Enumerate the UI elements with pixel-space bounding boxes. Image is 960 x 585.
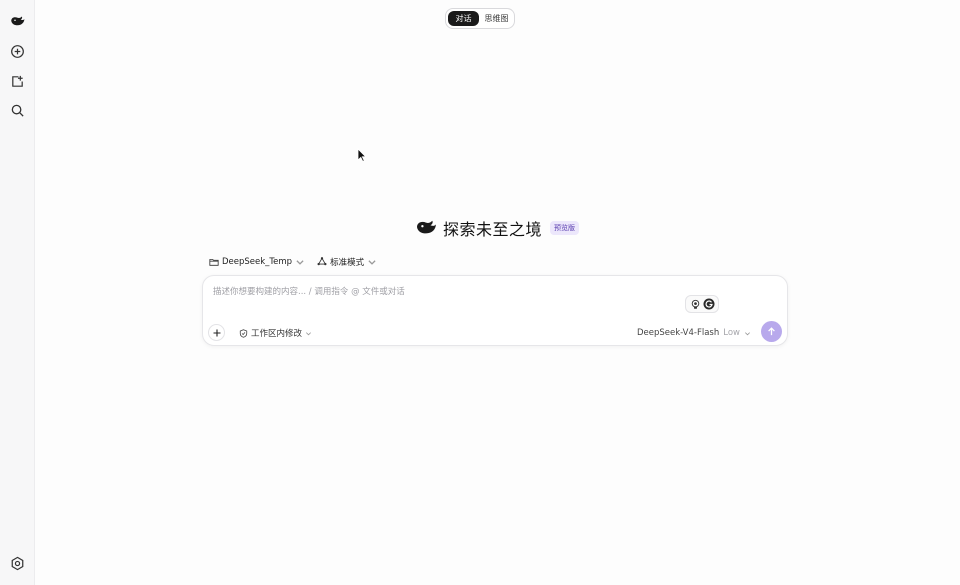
arrow-up-icon — [768, 327, 775, 336]
sidebar — [0, 0, 35, 585]
hero-title: 探索未至之境 — [443, 220, 543, 239]
import-icon[interactable] — [7, 71, 27, 91]
main-area: 对话 思维图 探索未至之境 预览版 DeepSeek_Temp 标准模式 描述你… — [35, 0, 960, 585]
prompt-input[interactable] — [213, 285, 673, 299]
mode-name: 标准模式 — [330, 258, 365, 268]
app-window: 对话 思维图 探索未至之境 预览版 DeepSeek_Temp 标准模式 描述你… — [0, 0, 960, 585]
model-selector[interactable]: DeepSeek-V4-Flash Low — [637, 327, 751, 339]
send-button[interactable] — [761, 321, 782, 342]
folder-icon — [209, 259, 219, 266]
view-toggle: 对话 思维图 — [445, 8, 515, 29]
grammarly-icon[interactable] — [703, 298, 716, 311]
folder-selector[interactable]: DeepSeek_Temp — [209, 257, 305, 267]
model-level: Low — [723, 328, 740, 338]
workspace-label: 工作区内修改 — [251, 329, 303, 339]
workspace-edit-selector[interactable]: 工作区内修改 — [239, 327, 312, 339]
chevron-down-icon — [296, 260, 304, 265]
extension-icons — [685, 295, 719, 313]
logo-icon[interactable] — [7, 11, 27, 31]
preview-badge: 预览版 — [550, 221, 580, 235]
new-chat-icon[interactable] — [7, 41, 27, 61]
shield-edit-icon — [239, 328, 248, 338]
tab-chat[interactable]: 对话 — [448, 11, 479, 26]
context-selectors: DeepSeek_Temp 标准模式 — [209, 255, 377, 269]
settings-icon[interactable] — [7, 553, 27, 573]
mode-icon — [317, 257, 327, 266]
plus-icon — [213, 329, 220, 336]
folder-name: DeepSeek_Temp — [222, 257, 293, 267]
whale-logo-icon — [417, 220, 436, 234]
lightbulb-icon[interactable] — [689, 298, 702, 311]
search-icon[interactable] — [7, 100, 27, 120]
chevron-down-icon — [368, 260, 376, 265]
tab-mindmap[interactable]: 思维图 — [481, 11, 512, 26]
add-attachment-button[interactable] — [208, 324, 225, 341]
composer-box: 工作区内修改 DeepSeek-V4-Flash Low — [202, 275, 788, 346]
chevron-down-icon — [306, 331, 312, 335]
model-name: DeepSeek-V4-Flash — [636, 328, 720, 338]
hero-heading: 探索未至之境 预览版 — [415, 217, 580, 239]
mode-selector[interactable]: 标准模式 — [317, 256, 377, 268]
mouse-cursor-icon — [357, 148, 367, 162]
chevron-down-icon — [745, 331, 750, 335]
